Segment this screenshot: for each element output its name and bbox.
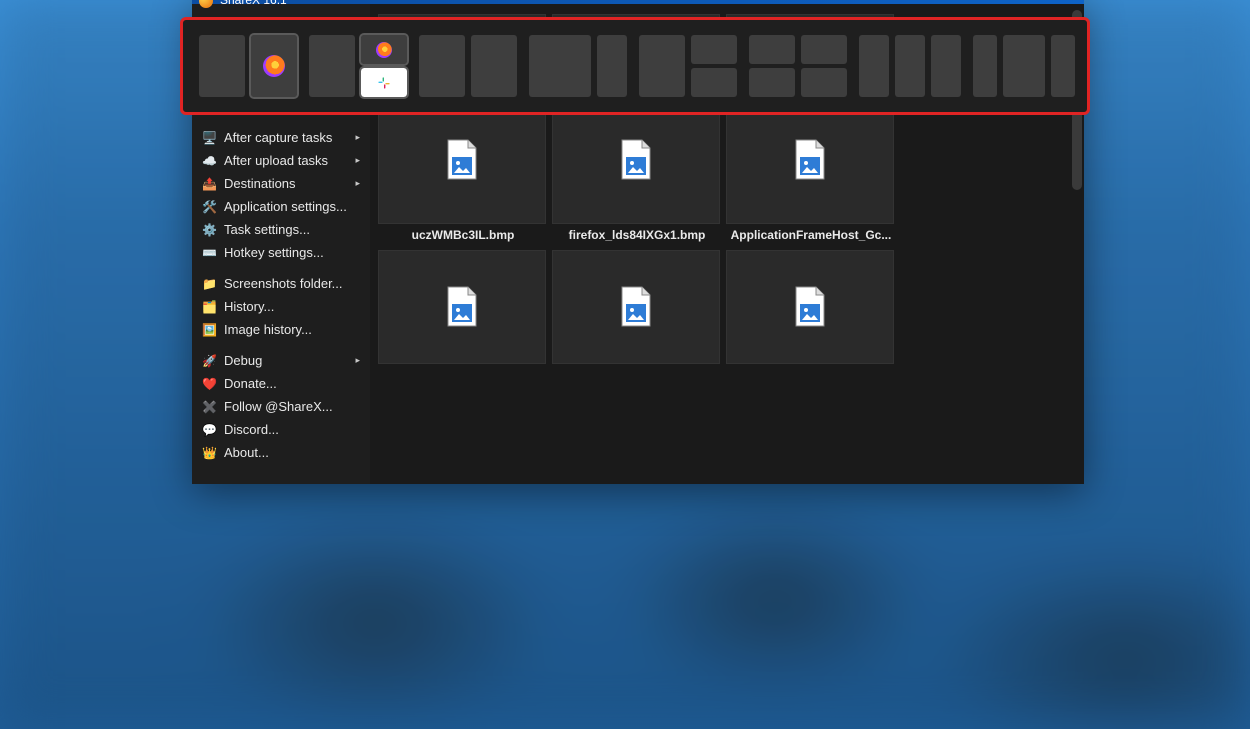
file-item[interactable]: ApplicationFrameHost_Gc... <box>726 96 896 242</box>
snap-group-4[interactable] <box>529 35 627 97</box>
file-item[interactable]: firefox_lds84IXGx1.bmp <box>552 96 722 242</box>
sidebar-item-7[interactable]: 🗂️ History... <box>192 295 370 318</box>
snap-layouts-popup <box>180 17 1090 115</box>
menu-label: Destinations <box>224 176 296 191</box>
firefox-icon <box>376 42 392 58</box>
menu-label: Application settings... <box>224 199 347 214</box>
file-thumbnail <box>726 250 894 364</box>
menu-label: About... <box>224 445 269 460</box>
menu-label: Screenshots folder... <box>224 276 343 291</box>
file-name: ApplicationFrameHost_Gc... <box>726 228 896 242</box>
sidebar-item-4[interactable]: ⚙️ Task settings... <box>192 218 370 241</box>
menu-icon: ⚙️ <box>202 223 216 237</box>
sidebar-item-6[interactable]: 📁 Screenshots folder... <box>192 272 370 295</box>
menu-icon: 📁 <box>202 277 216 291</box>
snap-group-7[interactable] <box>859 35 961 97</box>
sidebar-item-8[interactable]: 🖼️ Image history... <box>192 318 370 341</box>
menu-label: History... <box>224 299 274 314</box>
file-item[interactable] <box>378 250 548 364</box>
snap-group-2col-even[interactable] <box>199 35 297 97</box>
menu-icon: 🖥️ <box>202 131 216 145</box>
sidebar-item-11[interactable]: ✖️ Follow @ShareX... <box>192 395 370 418</box>
file-thumbnail <box>726 96 894 224</box>
chevron-right-icon: ▸ <box>355 178 360 189</box>
menu-icon: ✖️ <box>202 400 216 414</box>
menu-icon: 💬 <box>202 423 216 437</box>
sidebar-item-13[interactable]: 👑 About... <box>192 441 370 464</box>
menu-icon: 🛠️ <box>202 200 216 214</box>
menu-icon: 🗂️ <box>202 300 216 314</box>
sidebar-item-12[interactable]: 💬 Discord... <box>192 418 370 441</box>
snap-group-3[interactable] <box>419 35 517 97</box>
file-thumbnail <box>552 250 720 364</box>
snap-group-5[interactable] <box>639 35 737 97</box>
file-thumbnail <box>378 96 546 224</box>
chevron-right-icon: ▸ <box>355 355 360 366</box>
snap-group-8[interactable] <box>973 35 1075 97</box>
sidebar-item-1[interactable]: ☁️ After upload tasks ▸ <box>192 149 370 172</box>
chevron-right-icon: ▸ <box>355 155 360 166</box>
menu-label: After upload tasks <box>224 153 328 168</box>
menu-label: Discord... <box>224 422 279 437</box>
sidebar-item-5[interactable]: ⌨️ Hotkey settings... <box>192 241 370 264</box>
sidebar-item-0[interactable]: 🖥️ After capture tasks ▸ <box>192 126 370 149</box>
snap-group-2col-stack[interactable] <box>309 35 407 97</box>
file-item[interactable] <box>726 250 896 364</box>
menu-label: Image history... <box>224 322 312 337</box>
menu-label: Hotkey settings... <box>224 245 324 260</box>
menu-icon: 👑 <box>202 446 216 460</box>
file-thumbnail <box>552 96 720 224</box>
slack-icon <box>377 76 391 90</box>
sidebar-item-3[interactable]: 🛠️ Application settings... <box>192 195 370 218</box>
sidebar-item-9[interactable]: 🚀 Debug ▸ <box>192 349 370 372</box>
menu-label: Debug <box>224 353 262 368</box>
chevron-right-icon: ▸ <box>355 132 360 143</box>
file-name: firefox_lds84IXGx1.bmp <box>552 228 722 242</box>
file-name: uczWMBc3IL.bmp <box>378 228 548 242</box>
menu-label: After capture tasks <box>224 130 332 145</box>
menu-label: Donate... <box>224 376 277 391</box>
menu-label: Follow @ShareX... <box>224 399 333 414</box>
file-item[interactable]: uczWMBc3IL.bmp <box>378 96 548 242</box>
firefox-icon <box>263 55 285 77</box>
menu-icon: 📤 <box>202 177 216 191</box>
menu-icon: 🖼️ <box>202 323 216 337</box>
sidebar-item-2[interactable]: 📤 Destinations ▸ <box>192 172 370 195</box>
sidebar-item-10[interactable]: ❤️ Donate... <box>192 372 370 395</box>
menu-icon: ⌨️ <box>202 246 216 260</box>
menu-icon: 🚀 <box>202 354 216 368</box>
app-title: ShareX 16.1 <box>220 0 287 7</box>
snap-group-6[interactable] <box>749 35 847 97</box>
menu-label: Task settings... <box>224 222 310 237</box>
file-thumbnail <box>378 250 546 364</box>
menu-icon: ❤️ <box>202 377 216 391</box>
file-item[interactable] <box>552 250 722 364</box>
menu-icon: ☁️ <box>202 154 216 168</box>
